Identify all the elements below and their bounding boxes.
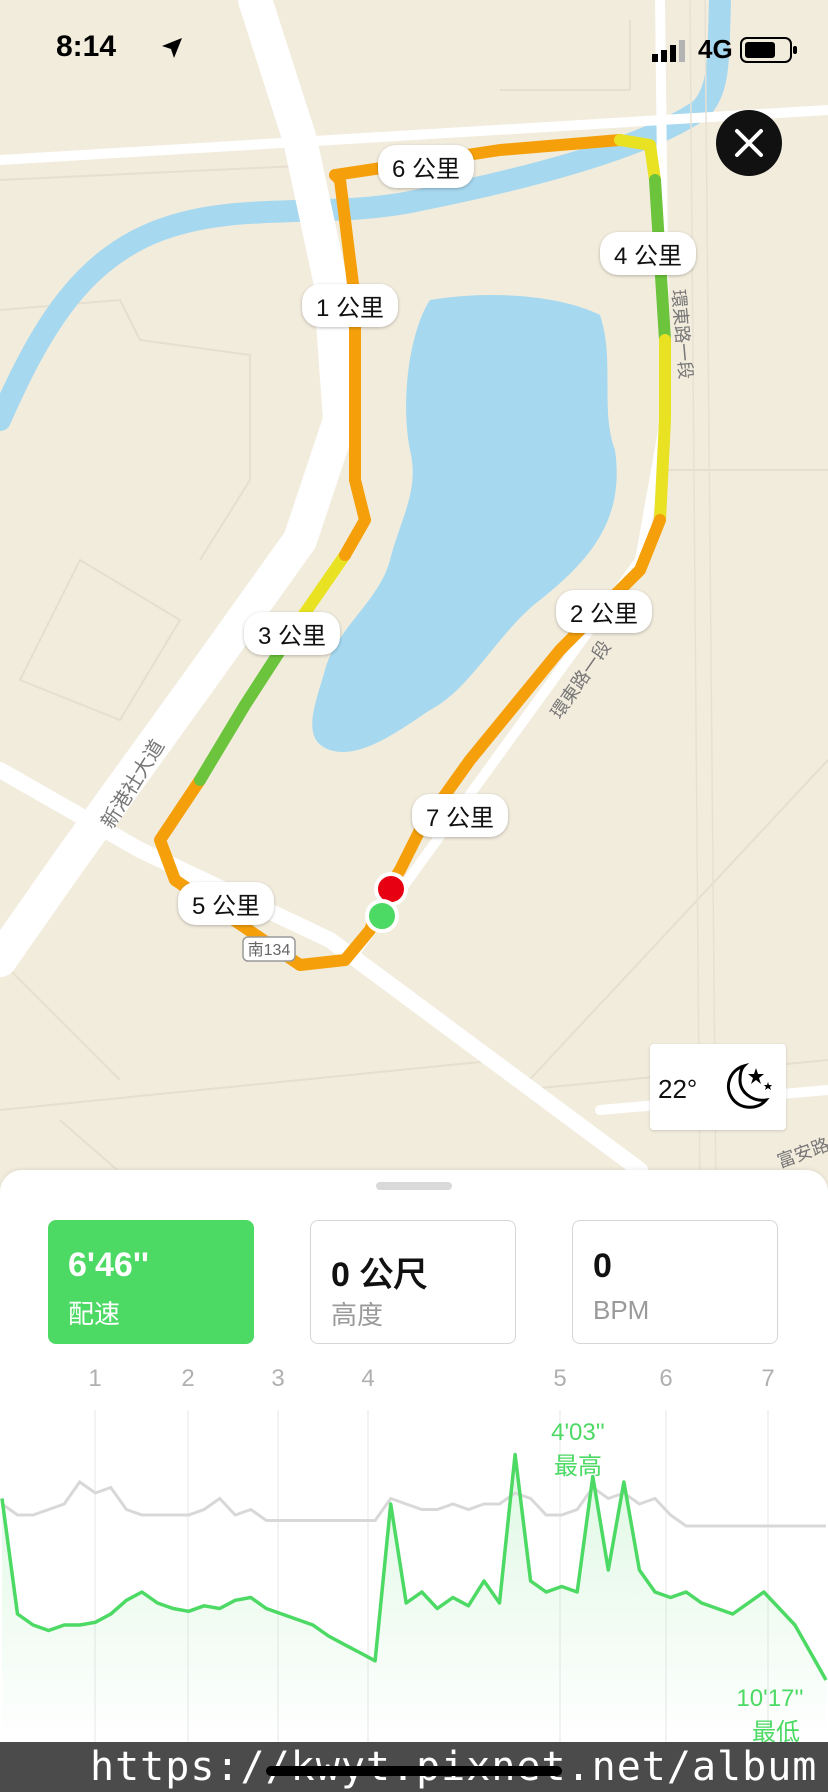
km-marker-6: 6 公里 bbox=[378, 145, 475, 188]
start-marker bbox=[365, 899, 399, 933]
status-time: 8:14 bbox=[56, 30, 117, 63]
altitude-label: 高度 bbox=[331, 1300, 384, 1330]
weather-widget: 22° bbox=[650, 1044, 786, 1130]
status-bar: 8:14 4G bbox=[0, 0, 828, 100]
weather-temperature: 22° bbox=[658, 1074, 698, 1104]
heart-rate-card[interactable]: 0 BPM bbox=[572, 1220, 778, 1344]
km-tick-label: 7 bbox=[761, 1365, 774, 1392]
pace-value: 6'46'' bbox=[68, 1246, 149, 1284]
svg-text:南134: 南134 bbox=[248, 941, 291, 959]
drag-handle[interactable] bbox=[376, 1182, 452, 1190]
km-marker-7: 7 公里 bbox=[412, 794, 509, 837]
km-tick-label: 4 bbox=[361, 1365, 374, 1392]
km-marker-1: 1 公里 bbox=[302, 284, 399, 327]
pace-card[interactable]: 6'46'' 配速 bbox=[48, 1220, 254, 1344]
altitude-card[interactable]: 0 公尺 高度 bbox=[310, 1220, 516, 1344]
altitude-value: 0 公尺 bbox=[331, 1256, 428, 1294]
moon-stars-icon bbox=[727, 1062, 772, 1109]
location-arrow-icon bbox=[162, 38, 182, 58]
max-pace-value: 4'03'' bbox=[551, 1419, 605, 1446]
km-tick-label: 5 bbox=[553, 1365, 566, 1392]
max-pace-text: 最高 bbox=[554, 1453, 602, 1480]
battery-icon bbox=[740, 37, 797, 63]
close-icon bbox=[735, 129, 763, 157]
km-tick-label: 1 bbox=[88, 1365, 101, 1392]
km-marker-4: 4 公里 bbox=[600, 232, 697, 275]
pace-label: 配速 bbox=[68, 1299, 121, 1329]
home-indicator[interactable] bbox=[266, 1766, 562, 1776]
km-tick-label: 3 bbox=[271, 1365, 284, 1392]
km-tick-label: 6 bbox=[659, 1365, 672, 1392]
heart-rate-label: BPM bbox=[593, 1295, 650, 1325]
route-shield: 南134 bbox=[242, 936, 296, 962]
km-marker-3: 3 公里 bbox=[244, 612, 341, 655]
min-pace-value: 10'17'' bbox=[736, 1685, 803, 1712]
km-tick-label: 2 bbox=[181, 1365, 194, 1392]
km-tick-labels: 1 2 3 4 5 6 7 bbox=[88, 1365, 774, 1392]
heart-rate-value: 0 bbox=[593, 1247, 612, 1285]
pace-chart[interactable]: 1234567 4'03'' 最高 10'17'' 最低 bbox=[0, 1350, 828, 1792]
network-type: 4G bbox=[698, 34, 733, 64]
close-button[interactable] bbox=[716, 110, 782, 176]
km-marker-5: 5 公里 bbox=[178, 882, 275, 925]
signal-icon bbox=[652, 40, 685, 62]
km-marker-2: 2 公里 bbox=[556, 590, 653, 633]
altitude-series-line bbox=[1, 1479, 826, 1528]
